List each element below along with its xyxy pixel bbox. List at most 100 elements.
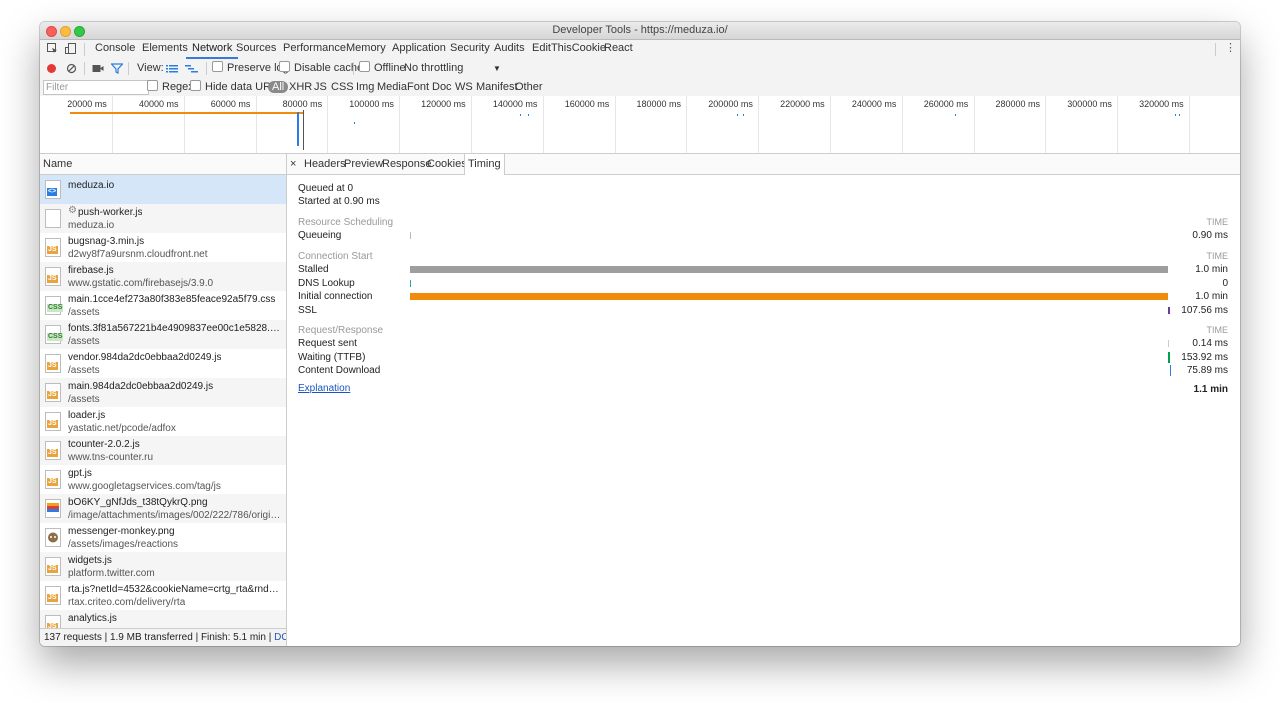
- filter-type-xhr[interactable]: XHR: [289, 78, 312, 96]
- overview-bar-orange: [70, 112, 303, 114]
- overview-gridline: [542, 96, 544, 153]
- request-name: main.984da2dc0ebbaa2d0249.js: [68, 381, 214, 392]
- request-row[interactable]: JS widgets.js platform.twitter.com: [40, 552, 286, 581]
- more-options-icon[interactable]: ⋮: [1225, 43, 1236, 54]
- timing-section-title: Request/Response: [298, 325, 384, 336]
- filter-bar: Regex Hide data URLs AllXHRJSCSSImgMedia…: [40, 78, 1240, 97]
- request-domain: rtax.criteo.com/delivery/rta: [68, 597, 186, 608]
- request-domain: yastatic.net/pcode/adfox: [68, 423, 176, 434]
- overview-tick-label: 100000 ms: [349, 99, 394, 109]
- title-bar: Developer Tools - https://meduza.io/: [40, 22, 1240, 40]
- tab-audits[interactable]: Audits: [488, 40, 531, 59]
- img2-file-icon: [45, 528, 61, 547]
- overview-tick-label: 280000 ms: [995, 99, 1041, 109]
- filter-type-doc[interactable]: Doc: [432, 78, 452, 96]
- request-row[interactable]: JS gpt.js www.googletagservices.com/tag/js: [40, 465, 286, 494]
- overview-tick-label: 260000 ms: [923, 99, 969, 109]
- filter-type-other[interactable]: Other: [515, 78, 543, 96]
- request-row[interactable]: JS bugsnag-3.min.js d2wy8f7a9ursnm.cloudfr…: [40, 233, 286, 262]
- request-row[interactable]: messenger-monkey.png/assets/images/react…: [40, 523, 286, 552]
- tab-react[interactable]: React: [598, 40, 639, 59]
- js-file-icon: JS: [45, 470, 61, 489]
- request-name: push-worker.js: [78, 207, 143, 218]
- queued-at-label: Queued at 0: [298, 183, 354, 194]
- tab-headers[interactable]: Headers: [304, 154, 346, 174]
- overview-tick-label: 320000 ms: [1139, 99, 1184, 109]
- request-row[interactable]: JS rta.js?netId=4532&cookieName=crtg_rta&…: [40, 581, 286, 610]
- request-row[interactable]: CSS fonts.3f81a567221b4e4909837ee00c1e582…: [40, 320, 286, 349]
- request-row[interactable]: JS loader.js yastatic.net/pcode/adfox: [40, 407, 286, 436]
- request-row[interactable]: JS main.984da2dc0ebbaa2d0249.js/assets: [40, 378, 286, 407]
- filter-type-css[interactable]: CSS: [331, 78, 354, 96]
- filter-type-img[interactable]: Img: [356, 78, 374, 96]
- filter-type-ws[interactable]: WS: [455, 78, 473, 96]
- timing-row-value: 1.0 min: [1195, 264, 1228, 275]
- request-name: widgets.js: [68, 555, 112, 566]
- timing-row-label: Queueing: [298, 230, 342, 241]
- request-domain: /assets: [68, 307, 100, 318]
- overview-bar-blue: [297, 112, 299, 146]
- tab-response[interactable]: Response: [382, 154, 432, 174]
- view-label: View:: [137, 62, 164, 74]
- timing-bar: [410, 293, 1168, 300]
- overview-tick-label: 120000 ms: [421, 99, 466, 109]
- filter-type-js[interactable]: JS: [314, 78, 327, 96]
- inspect-element-icon[interactable]: [47, 43, 58, 54]
- timing-section-title: Connection Start: [298, 251, 373, 262]
- explanation-link[interactable]: Explanation: [298, 383, 350, 394]
- overview-gridline: [112, 96, 113, 153]
- request-row[interactable]: CSS main.1cce4ef273a80f383e85feace92a5f79…: [40, 291, 286, 320]
- tab-memory[interactable]: Memory: [340, 40, 392, 59]
- device-toolbar-icon[interactable]: [65, 43, 76, 54]
- offline-checkbox[interactable]: Offline: [359, 59, 406, 78]
- blank-file-icon: [45, 209, 61, 228]
- preserve-log-checkbox[interactable]: Preserve log: [212, 59, 289, 78]
- request-domain: platform.twitter.com: [68, 568, 155, 579]
- request-domain: www.gstatic.com/firebasejs/3.9.0: [68, 278, 214, 289]
- timing-bar: [410, 232, 411, 239]
- request-row[interactable]: <> meduza.io: [40, 175, 286, 204]
- overview-gridline: [614, 96, 616, 153]
- tab-preview[interactable]: Preview: [344, 154, 383, 174]
- chevron-down-icon: ▼: [493, 64, 501, 73]
- regex-checkbox[interactable]: Regex: [147, 78, 194, 96]
- request-row[interactable]: JS vendor.984da2dc0ebbaa2d0249.js/assets: [40, 349, 286, 378]
- filter-type-media[interactable]: Media: [377, 78, 407, 96]
- overview-gridline: [830, 96, 831, 153]
- filter-type-all[interactable]: All: [268, 81, 289, 93]
- request-row[interactable]: JS tcounter-2.0.2.js www.tns-counter.ru: [40, 436, 286, 465]
- network-toolbar: View: Preserve log Disable cache Offline…: [40, 59, 1240, 79]
- timing-row-label: Stalled: [298, 264, 329, 275]
- requests-pane: Name <> meduza.io push-worker.js meduza.io ⚙…: [40, 154, 287, 646]
- filter-type-manifest[interactable]: Manifest: [476, 78, 518, 96]
- tab-console[interactable]: Console: [89, 40, 141, 59]
- tab-timing[interactable]: Timing: [464, 154, 505, 175]
- request-name: messenger-monkey.png: [68, 526, 175, 537]
- throttling-select[interactable]: No throttling ▼: [404, 59, 504, 78]
- tab-cookies[interactable]: Cookies: [427, 154, 467, 174]
- overview-tick-label: 300000 ms: [1067, 99, 1112, 109]
- timing-row-value: 0.90 ms: [1192, 230, 1228, 241]
- request-domain: d2wy8f7a9ursnm.cloudfront.net: [68, 249, 208, 260]
- name-column-header[interactable]: Name: [40, 154, 286, 175]
- close-details-icon[interactable]: ×: [290, 154, 296, 174]
- filter-type-font[interactable]: Font: [407, 78, 429, 96]
- started-at-label: Started at 0.90 ms: [298, 196, 380, 207]
- overview-gridline: [1045, 96, 1047, 153]
- network-overview-timeline[interactable]: 20000 ms 40000 ms 60000 ms 80000 ms 100000 m…: [40, 96, 1240, 154]
- request-row[interactable]: bO6KY_gNfJds_t38tQykrQ.png/image/attachm…: [40, 494, 286, 523]
- domcontentloaded-link: DOMCo…: [274, 632, 286, 643]
- tab-application[interactable]: Application: [386, 40, 452, 59]
- js-file-icon: JS: [45, 354, 61, 373]
- request-domain: /assets: [68, 365, 100, 376]
- filter-input[interactable]: [43, 80, 149, 95]
- request-name: tcounter-2.0.2.js: [68, 439, 140, 450]
- request-row[interactable]: JS firebase.js www.gstatic.com/firebasejs/…: [40, 262, 286, 291]
- tab-sources[interactable]: Sources: [230, 40, 282, 59]
- request-row[interactable]: push-worker.js meduza.io ⚙: [40, 204, 286, 233]
- disable-cache-checkbox[interactable]: Disable cache: [279, 59, 363, 78]
- window-title: Developer Tools - https://meduza.io/: [552, 24, 728, 36]
- overview-gridline: [901, 96, 903, 153]
- timing-row-value: 0: [1222, 277, 1228, 289]
- timing-bar: [410, 266, 1168, 273]
